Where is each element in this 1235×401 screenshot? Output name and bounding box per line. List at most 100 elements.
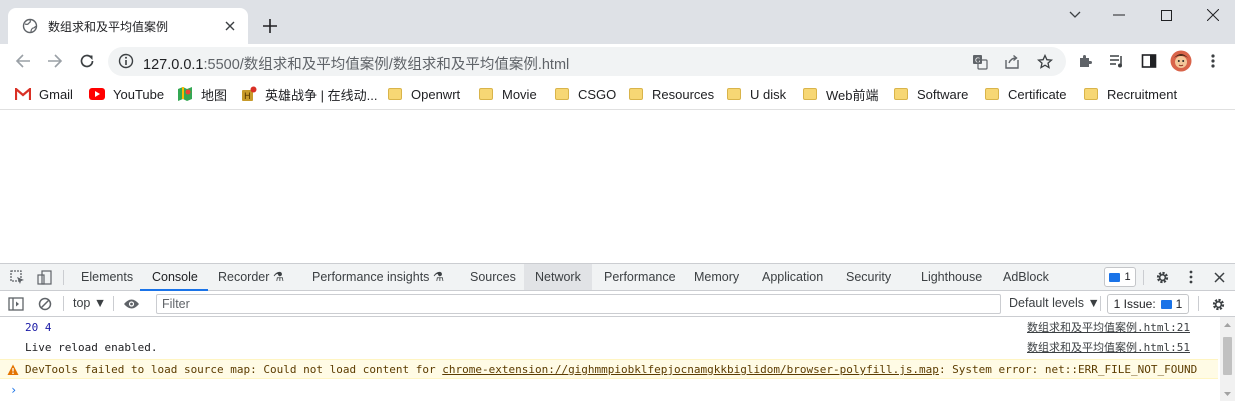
bookmark-folder-movie[interactable]: Movie bbox=[478, 84, 537, 104]
divider bbox=[1143, 270, 1144, 285]
console-output: 20 4 数组求和及平均值案例.html:21 Live reload enab… bbox=[0, 317, 1235, 401]
console-filter-input[interactable] bbox=[156, 294, 1001, 314]
devtools-panel: Elements Console Recorder ⚗ Performance … bbox=[0, 263, 1235, 401]
maximize-button[interactable] bbox=[1154, 4, 1178, 26]
minimize-button[interactable] bbox=[1107, 4, 1131, 26]
game-icon: H bbox=[241, 86, 257, 102]
tab-performance[interactable]: Performance bbox=[604, 264, 676, 290]
tab-sources[interactable]: Sources bbox=[470, 264, 516, 290]
sidebar-toggle-icon[interactable] bbox=[7, 295, 25, 313]
log-levels-dropdown[interactable]: Default levels ▼ bbox=[1009, 296, 1100, 310]
translate-icon[interactable]: G bbox=[970, 52, 990, 72]
context-selector[interactable]: top ▼ bbox=[73, 296, 106, 310]
inspect-element-icon[interactable] bbox=[8, 268, 26, 286]
more-options-icon[interactable] bbox=[1182, 268, 1200, 286]
tab-performance-insights[interactable]: Performance insights ⚗ bbox=[312, 264, 444, 290]
bookmark-folder-web[interactable]: Web前端 bbox=[802, 84, 879, 104]
tab-memory[interactable]: Memory bbox=[694, 264, 739, 290]
extensions-icon[interactable] bbox=[1073, 49, 1097, 73]
forward-arrow-icon[interactable] bbox=[43, 49, 67, 73]
folder-icon bbox=[554, 86, 570, 102]
dropdown-triangle-icon: ▼ bbox=[1087, 296, 1100, 310]
tab-console[interactable]: Console bbox=[140, 264, 208, 291]
console-scrollbar[interactable] bbox=[1220, 317, 1235, 401]
scrollbar-thumb[interactable] bbox=[1223, 337, 1232, 375]
maps-icon bbox=[177, 86, 193, 102]
tab-adblock[interactable]: AdBlock bbox=[1003, 264, 1049, 290]
url-text: 127.0.0.1:5500/数组求和及平均值案例/数组求和及平均值案例.htm… bbox=[143, 57, 570, 73]
folder-icon bbox=[478, 86, 494, 102]
eye-icon[interactable] bbox=[122, 295, 140, 313]
settings-gear-icon[interactable] bbox=[1153, 268, 1171, 286]
folder-icon bbox=[893, 86, 909, 102]
console-message: Live reload enabled. 数组求和及平均值案例.html:51 bbox=[0, 338, 1218, 358]
bookmarks-bar: Gmail YouTube 地图 H 英雄战争 | 在线动... Openwrt… bbox=[0, 78, 1235, 110]
console-message-text: Live reload enabled. bbox=[25, 341, 158, 354]
scroll-up-icon[interactable] bbox=[1223, 321, 1232, 329]
close-tab-icon[interactable] bbox=[222, 18, 238, 34]
reading-list-icon[interactable] bbox=[1105, 49, 1129, 73]
issues-button[interactable]: 1 Issue: 1 bbox=[1107, 294, 1189, 314]
bookmark-gmail[interactable]: Gmail bbox=[15, 84, 73, 104]
tab-title: 数组求和及平均值案例 bbox=[48, 19, 169, 34]
bookmark-youtube[interactable]: YouTube bbox=[89, 84, 164, 104]
close-window-button[interactable] bbox=[1201, 4, 1225, 26]
issue-flag-icon bbox=[1160, 299, 1172, 309]
browser-toolbar: 127.0.0.1:5500/数组求和及平均值案例/数组求和及平均值案例.htm… bbox=[0, 44, 1235, 78]
scroll-down-icon[interactable] bbox=[1223, 390, 1232, 398]
divider bbox=[1100, 296, 1101, 311]
browser-tab[interactable]: 数组求和及平均值案例 bbox=[8, 8, 248, 44]
console-filter-bar: top ▼ Default levels ▼ 1 Issue: 1 bbox=[0, 291, 1235, 317]
folder-icon bbox=[1083, 86, 1099, 102]
bookmark-folder-software[interactable]: Software bbox=[893, 84, 968, 104]
profile-avatar[interactable] bbox=[1169, 49, 1193, 73]
device-toolbar-icon[interactable] bbox=[35, 268, 53, 286]
tab-security[interactable]: Security bbox=[846, 264, 891, 290]
address-bar[interactable]: 127.0.0.1:5500/数组求和及平均值案例/数组求和及平均值案例.htm… bbox=[108, 47, 1066, 76]
bookmark-game[interactable]: H 英雄战争 | 在线动... bbox=[241, 84, 377, 104]
page-content bbox=[0, 111, 1235, 263]
back-arrow-icon[interactable] bbox=[11, 49, 35, 73]
site-info-icon[interactable] bbox=[118, 53, 134, 69]
console-prompt[interactable]: › bbox=[10, 383, 17, 397]
gmail-icon bbox=[15, 86, 31, 102]
tab-lighthouse[interactable]: Lighthouse bbox=[921, 264, 982, 290]
bookmark-folder-openwrt[interactable]: Openwrt bbox=[387, 84, 460, 104]
menu-kebab-icon[interactable] bbox=[1201, 49, 1225, 73]
close-devtools-icon[interactable] bbox=[1210, 268, 1228, 286]
tab-elements[interactable]: Elements bbox=[81, 264, 133, 290]
console-message-text: 20 4 bbox=[25, 321, 52, 334]
bookmark-folder-certificate[interactable]: Certificate bbox=[984, 84, 1067, 104]
devtools-tab-bar: Elements Console Recorder ⚗ Performance … bbox=[0, 264, 1235, 291]
flask-icon: ⚗ bbox=[432, 270, 445, 284]
bookmark-folder-recruitment[interactable]: Recruitment bbox=[1083, 84, 1177, 104]
bookmark-maps[interactable]: 地图 bbox=[177, 84, 227, 104]
tab-network[interactable]: Network bbox=[524, 264, 592, 290]
tab-search-icon[interactable] bbox=[1063, 4, 1087, 26]
folder-icon bbox=[387, 86, 403, 102]
new-tab-button[interactable] bbox=[260, 16, 280, 36]
side-panel-icon[interactable] bbox=[1137, 49, 1161, 73]
flask-icon: ⚗ bbox=[272, 270, 285, 284]
divider bbox=[63, 270, 64, 285]
source-map-link[interactable]: chrome-extension://gighmmpiobklfepjocnam… bbox=[442, 363, 939, 376]
console-message: 20 4 数组求和及平均值案例.html:21 bbox=[0, 318, 1218, 338]
tab-recorder[interactable]: Recorder ⚗ bbox=[218, 264, 284, 290]
bookmark-folder-csgo[interactable]: CSGO bbox=[554, 84, 616, 104]
globe-icon bbox=[22, 18, 38, 34]
svg-text:H: H bbox=[244, 92, 251, 102]
console-settings-gear-icon[interactable] bbox=[1209, 295, 1227, 313]
bookmark-star-icon[interactable] bbox=[1035, 52, 1055, 72]
console-source-link[interactable]: 数组求和及平均值案例.html:21 bbox=[1027, 318, 1190, 338]
tab-application[interactable]: Application bbox=[762, 264, 823, 290]
dropdown-triangle-icon: ▼ bbox=[93, 296, 107, 310]
warning-icon bbox=[7, 364, 19, 375]
clear-console-icon[interactable] bbox=[36, 295, 54, 313]
reload-icon[interactable] bbox=[75, 49, 99, 73]
folder-icon bbox=[984, 86, 1000, 102]
console-source-link[interactable]: 数组求和及平均值案例.html:51 bbox=[1027, 338, 1190, 358]
bookmark-folder-udisk[interactable]: U disk bbox=[726, 84, 786, 104]
issues-badge[interactable]: 1 bbox=[1104, 267, 1136, 287]
share-icon[interactable] bbox=[1002, 52, 1022, 72]
bookmark-folder-resources[interactable]: Resources bbox=[628, 84, 714, 104]
